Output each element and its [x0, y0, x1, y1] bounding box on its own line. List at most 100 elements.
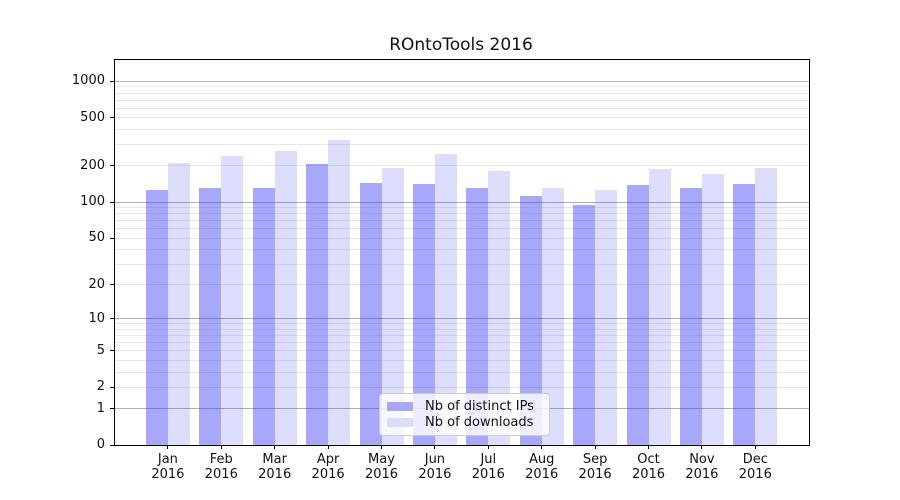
chart-title: ROntoTools 2016 [389, 35, 533, 55]
plot-area: 0 1 2 5 10 20 50 100 200 500 1000 Jan 2016 Feb 2016 Mar… [72, 59, 810, 482]
y-axis-tick [110, 201, 114, 203]
bar-nb-of-distinct-ips-jan [145, 190, 168, 445]
x-label-year: 2016 [364, 467, 399, 482]
x-label-month: Dec [742, 452, 768, 467]
bar-nb-of-downloads-sep [595, 190, 618, 445]
x-axis-tick [327, 445, 329, 449]
x-axis-tick-label: May 2016 [352, 452, 412, 482]
x-label-month: Jun [424, 452, 446, 467]
x-label-year: 2016 [151, 467, 185, 482]
y-axis-tick [110, 386, 114, 388]
x-label-year: 2016 [418, 467, 452, 482]
x-axis-tick-label: Jan 2016 [138, 452, 198, 482]
x-axis-tick [594, 445, 596, 449]
x-label-year: 2016 [471, 467, 505, 482]
x-label-year: 2016 [204, 467, 238, 482]
gridline-minor [115, 129, 809, 130]
bar-nb-of-downloads-feb [221, 156, 244, 445]
bar-nb-of-downloads-apr [328, 139, 351, 445]
x-label-month: Feb [209, 452, 233, 467]
legend-item-distinct-ips: Nb of distinct IPs [387, 399, 541, 414]
x-label-year: 2016 [631, 467, 666, 482]
x-label-month: Aug [528, 452, 555, 467]
x-label-month: Jan [157, 452, 178, 467]
x-axis-tick-label: Aug 2016 [512, 452, 572, 482]
y-axis-tick [110, 318, 114, 320]
legend: Nb of distinct IPs Nb of downloads [379, 393, 550, 436]
gridline-minor [115, 99, 809, 101]
x-label-month: May [368, 452, 395, 467]
x-axis-tick [220, 445, 222, 449]
legend-label-downloads: Nb of downloads [425, 414, 534, 430]
legend-swatch-downloads [387, 417, 413, 427]
legend-swatch-distinct-ips [387, 402, 413, 412]
x-axis-tick [701, 445, 703, 449]
chart-figure: ROntoTools 2016 0 1 2 5 10 20 50 100 200 500 1000 J… [0, 0, 900, 500]
y-axis-tick-label: 20 [88, 276, 105, 292]
gridline-minor [115, 117, 809, 119]
gridline-minor [115, 144, 809, 146]
y-axis-tick-label: 200 [80, 157, 105, 173]
y-axis-tick-label: 50 [88, 230, 105, 246]
x-axis-tick-label: Nov 2016 [672, 452, 732, 482]
x-label-year: 2016 [525, 467, 559, 482]
x-label-year: 2016 [738, 467, 772, 482]
gridline-minor [115, 86, 809, 88]
y-axis-tick-label: 0 [96, 437, 105, 452]
y-axis-tick [110, 80, 114, 82]
bar-nb-of-downloads-jan [167, 162, 190, 445]
x-axis-tick [541, 445, 543, 449]
bar-nb-of-downloads-nov [701, 173, 724, 445]
y-axis-tick-label: 1000 [71, 73, 105, 89]
gridline-major [115, 80, 809, 82]
bar-nb-of-distinct-ips-apr [306, 164, 329, 445]
y-axis-tick [110, 444, 114, 446]
x-axis-tick-label: Mar 2016 [245, 452, 305, 482]
x-label-year: 2016 [685, 467, 719, 482]
legend-label-distinct-ips: Nb of distinct IPs [425, 399, 534, 415]
gridline-minor [115, 165, 809, 167]
x-axis-tick [167, 445, 169, 449]
x-axis-tick [381, 445, 382, 449]
bar-nb-of-distinct-ips-oct [626, 185, 649, 445]
x-axis-tick-label: Jul 2016 [458, 452, 518, 482]
x-axis-tick-label: Jun 2016 [405, 452, 465, 482]
x-label-month: Oct [637, 452, 660, 467]
y-axis-tick-label: 500 [80, 109, 105, 125]
x-axis-tick-label: Dec 2016 [725, 452, 785, 482]
y-axis-tick [110, 237, 114, 239]
x-axis-tick [434, 445, 436, 449]
x-label-year: 2016 [258, 467, 292, 482]
x-axis-tick [754, 445, 756, 449]
legend-item-downloads: Nb of downloads [387, 415, 541, 430]
y-axis-tick-label: 1 [96, 400, 105, 416]
x-label-month: Mar [262, 452, 287, 467]
y-axis-tick-label: 10 [88, 310, 105, 326]
bar-nb-of-downloads-dec [755, 167, 778, 445]
bar-nb-of-downloads-mar [274, 151, 297, 445]
y-axis-tick [110, 350, 114, 352]
y-axis-tick [110, 408, 114, 410]
y-axis-tick [110, 284, 114, 286]
y-axis-tick-label: 2 [96, 379, 105, 395]
y-axis-tick [110, 117, 114, 119]
x-axis-tick [274, 445, 276, 449]
y-axis-tick-label: 100 [80, 194, 105, 210]
x-label-month: Jul [480, 452, 497, 467]
x-axis-tick [487, 445, 489, 449]
x-label-month: Apr [316, 452, 340, 467]
bar-nb-of-distinct-ips-nov [679, 188, 702, 445]
x-axis-tick [648, 445, 649, 449]
y-axis-tick [110, 165, 114, 167]
bar-nb-of-downloads-oct [648, 168, 671, 445]
bar-nb-of-distinct-ips-mar [252, 187, 275, 445]
x-label-year: 2016 [578, 467, 612, 482]
x-label-year: 2016 [311, 467, 345, 482]
x-label-month: Nov [689, 452, 715, 467]
gridline-minor [115, 107, 809, 109]
x-axis-tick-label: Oct 2016 [619, 452, 679, 482]
x-axis-tick-label: Apr 2016 [298, 452, 358, 482]
x-axis-tick-label: Sep 2016 [565, 452, 625, 482]
bar-nb-of-distinct-ips-dec [733, 183, 756, 445]
gridline-minor [115, 92, 809, 94]
